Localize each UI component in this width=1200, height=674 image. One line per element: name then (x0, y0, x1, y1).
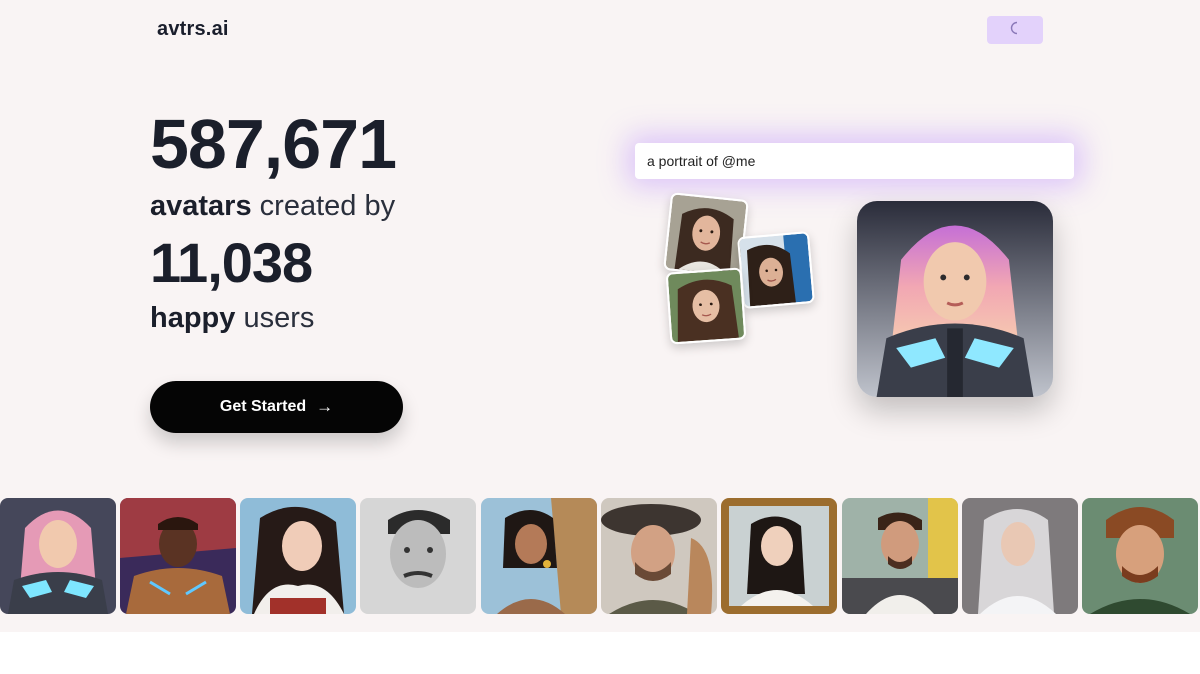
avatars-word: avatars (150, 190, 252, 222)
get-started-label: Get Started (219, 398, 307, 415)
gallery-item-game-man[interactable] (1082, 498, 1198, 614)
moon-icon (1008, 21, 1022, 40)
gallery-item-electric-man[interactable] (120, 498, 236, 614)
input-photo-1 (663, 192, 749, 278)
user-count: 11,038 (150, 231, 313, 294)
hero-section: avtrs.ai 587,671 avatars created by 11,0… (0, 0, 1200, 632)
logo[interactable]: avtrs.ai (157, 18, 229, 41)
arrow-right-icon: → (316, 397, 334, 416)
gallery-item-framed-woman[interactable] (721, 498, 837, 614)
prompt-display: a portrait of @me (635, 143, 1074, 179)
gallery-item-silver-woman[interactable] (962, 498, 1078, 614)
theme-toggle-button[interactable] (987, 16, 1043, 44)
input-photo-2 (736, 230, 816, 310)
gallery-item-city-man[interactable] (842, 498, 958, 614)
users-word: users (243, 302, 315, 334)
avatars-created-line: avatars created by (150, 188, 395, 224)
happy-word: happy (150, 302, 236, 334)
happy-users-line: happy users (150, 300, 314, 336)
gallery-item-cyberpunk-woman[interactable] (0, 498, 116, 614)
gallery-item-fantasy-woman[interactable] (240, 498, 356, 614)
avatar-count: 587,671 (150, 105, 397, 183)
gallery-item-rugged-man[interactable] (601, 498, 717, 614)
get-started-button[interactable]: Get Started → (150, 381, 403, 433)
created-by-text: created by (259, 190, 396, 222)
generated-avatar (857, 201, 1053, 397)
prompt-text: a portrait of @me (647, 153, 756, 169)
gallery-item-portrait-woman[interactable] (481, 498, 597, 614)
input-photo-3 (665, 267, 747, 345)
avatar-gallery (0, 498, 1200, 614)
gallery-item-sketch-man[interactable] (360, 498, 476, 614)
